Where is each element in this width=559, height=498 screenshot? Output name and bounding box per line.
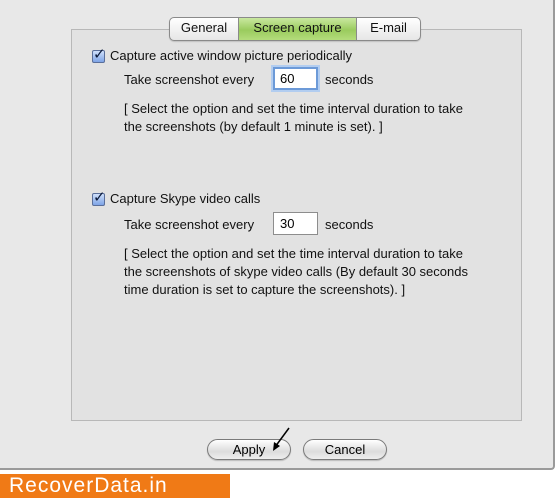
skype-interval-label: Take screenshot every [124,217,255,232]
active-window-interval-input[interactable]: 60 [273,67,318,90]
skype-note: [ Select the option and set the time int… [124,246,468,297]
skype-unit-label: seconds [325,217,374,232]
preferences-window: ✓ Capture active window picture periodic… [0,0,555,470]
active-window-unit-label: seconds [325,72,374,87]
active-window-note: [ Select the option and set the time int… [124,101,463,134]
checkmark-icon: ✓ [93,189,106,206]
skype-interval-input[interactable]: 30 [273,212,318,235]
checkmark-icon: ✓ [93,46,106,63]
capture-skype-checkbox[interactable]: ✓ [92,189,106,206]
capture-active-window-checkbox[interactable]: ✓ [92,46,106,63]
tab-email[interactable]: E-mail [356,18,420,40]
tab-general[interactable]: General [170,18,238,40]
mouse-pointer-icon [273,427,290,451]
active-window-interval-label: Take screenshot every [124,72,255,87]
tab-screen-capture[interactable]: Screen capture [238,18,356,40]
capture-active-window-label[interactable]: Capture active window picture periodical… [110,48,352,63]
capture-skype-label[interactable]: Capture Skype video calls [110,191,260,206]
cancel-button[interactable]: Cancel [303,439,387,460]
tab-bar: General Screen capture E-mail [169,17,421,41]
recoverdata-watermark: RecoverData.in [0,474,230,498]
screen-capture-panel: ✓ Capture active window picture periodic… [71,29,522,421]
